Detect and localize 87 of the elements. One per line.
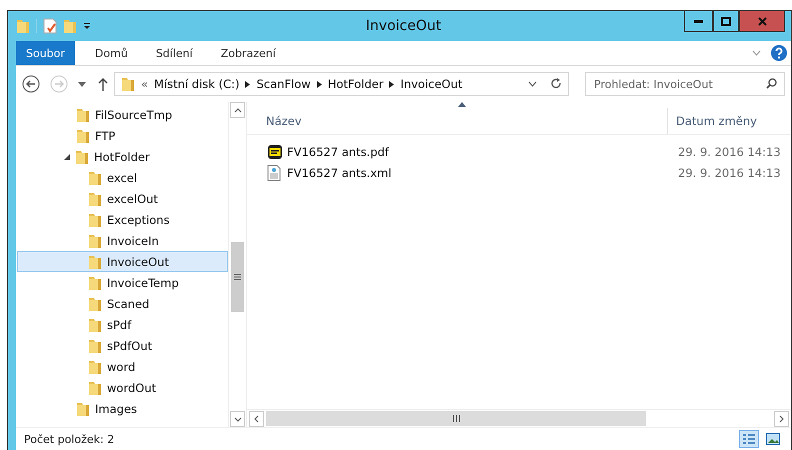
tree-item[interactable]: InvoiceOut bbox=[17, 251, 228, 272]
scroll-up-button[interactable] bbox=[230, 102, 245, 118]
close-icon bbox=[758, 16, 766, 26]
tree-item[interactable]: sPdfOut bbox=[17, 335, 228, 356]
sort-ascending-icon bbox=[458, 102, 466, 107]
minimize-button[interactable] bbox=[684, 11, 713, 32]
column-header[interactable]: Datum změny bbox=[668, 108, 786, 134]
breadcrumb-item[interactable]: ScanFlow bbox=[256, 77, 311, 91]
folder-icon bbox=[88, 338, 102, 354]
overflow-chevrons[interactable]: « bbox=[141, 77, 148, 91]
tree-item[interactable]: Scaned bbox=[17, 293, 228, 314]
chevron-left-icon bbox=[254, 414, 259, 422]
back-icon[interactable] bbox=[22, 75, 40, 93]
tree-item[interactable]: sPdf bbox=[17, 314, 228, 335]
folder-icon bbox=[88, 190, 102, 206]
item-count: Počet položek: 2 bbox=[24, 432, 116, 446]
folder-icon bbox=[76, 106, 90, 122]
ribbon-tab[interactable]: Sdílení bbox=[142, 41, 207, 65]
breadcrumb-item[interactable]: HotFolder bbox=[328, 77, 384, 91]
chevron-right-icon bbox=[245, 80, 250, 88]
dropdown-icon[interactable] bbox=[78, 82, 86, 86]
tree-item[interactable]: wordOut bbox=[17, 377, 228, 398]
folder-icon bbox=[121, 76, 135, 92]
folder-icon bbox=[75, 148, 89, 164]
file-date: 29. 9. 2016 14:13 bbox=[678, 144, 781, 158]
tree-item[interactable]: InvoiceIn bbox=[17, 230, 228, 251]
scrollbar-thumb[interactable] bbox=[266, 411, 646, 426]
tree-item[interactable]: FTP bbox=[17, 125, 228, 146]
breadcrumb-item[interactable]: Místní disk (C:) bbox=[154, 77, 240, 91]
details-view-button[interactable] bbox=[739, 430, 759, 448]
chevron-right-icon bbox=[389, 80, 394, 88]
folder-icon bbox=[88, 358, 102, 374]
column-header[interactable]: Název bbox=[247, 108, 668, 134]
ribbon-tab[interactable]: Soubor bbox=[16, 41, 75, 65]
document-icon bbox=[267, 164, 281, 180]
folder-icon bbox=[88, 316, 102, 332]
folder-icon bbox=[88, 274, 102, 290]
window-title: InvoiceOut bbox=[364, 18, 442, 34]
scroll-left-button[interactable] bbox=[249, 410, 264, 426]
file-name[interactable]: FV16527 ants.pdf bbox=[287, 144, 678, 158]
folder-icon bbox=[76, 400, 90, 416]
dropdown-icon[interactable] bbox=[83, 22, 91, 30]
image-icon bbox=[766, 433, 780, 445]
chevron-right-icon bbox=[316, 80, 322, 88]
minimize-icon bbox=[694, 20, 703, 22]
folder-icon bbox=[88, 296, 102, 312]
file-name[interactable]: FV16527 ants.xml bbox=[287, 166, 678, 180]
scroll-down-button[interactable] bbox=[230, 411, 245, 427]
tree-item[interactable]: FilSourceTmp bbox=[17, 104, 228, 125]
chevron-right-icon bbox=[779, 414, 784, 422]
folder-icon bbox=[88, 254, 102, 270]
chevron-down-icon bbox=[234, 416, 242, 422]
close-button[interactable] bbox=[739, 11, 785, 32]
properties-icon[interactable] bbox=[43, 18, 57, 34]
up-arrow-icon[interactable] bbox=[98, 78, 108, 90]
folder-icon bbox=[88, 170, 102, 186]
help-icon[interactable] bbox=[771, 45, 787, 61]
ribbon-tab[interactable]: Zobrazení bbox=[206, 41, 290, 65]
tree-item[interactable]: Exceptions bbox=[17, 209, 228, 230]
ribbon-tab[interactable]: Domů bbox=[80, 41, 142, 65]
tree-item[interactable]: HotFolder bbox=[17, 146, 228, 167]
thumbnail-view-button[interactable] bbox=[763, 430, 783, 448]
refresh-icon[interactable] bbox=[551, 78, 562, 90]
pdf-file-icon bbox=[267, 144, 283, 160]
scroll-right-button[interactable] bbox=[774, 410, 789, 426]
folder-icon bbox=[88, 232, 102, 248]
scrollbar-thumb[interactable] bbox=[231, 242, 244, 312]
folder-icon bbox=[88, 380, 102, 396]
grip-icon bbox=[234, 274, 241, 280]
details-list-icon bbox=[742, 433, 756, 445]
breadcrumb-item[interactable]: InvoiceOut bbox=[400, 77, 462, 91]
chevron-down-icon[interactable] bbox=[528, 81, 537, 87]
folder-icon bbox=[76, 128, 90, 144]
tree-item[interactable]: InvoiceTemp bbox=[17, 272, 228, 293]
search-icon[interactable] bbox=[766, 78, 777, 89]
maximize-button[interactable] bbox=[713, 11, 739, 32]
chevron-up-icon bbox=[234, 108, 242, 112]
grip-icon bbox=[452, 415, 460, 422]
search-field[interactable]: Prohledat: InvoiceOut bbox=[585, 72, 785, 96]
folder-icon bbox=[88, 212, 102, 228]
file-date: 29. 9. 2016 14:13 bbox=[678, 166, 781, 180]
tree-item[interactable]: word bbox=[17, 356, 228, 377]
maximize-icon bbox=[721, 16, 731, 26]
tree-item[interactable]: excel bbox=[17, 167, 228, 188]
tree-item[interactable]: Images bbox=[17, 398, 228, 419]
tree-item[interactable]: excelOut bbox=[17, 188, 228, 209]
address-bar[interactable]: « Místní disk (C:) ScanFlow HotFolder InvoiceOut bbox=[114, 72, 569, 96]
